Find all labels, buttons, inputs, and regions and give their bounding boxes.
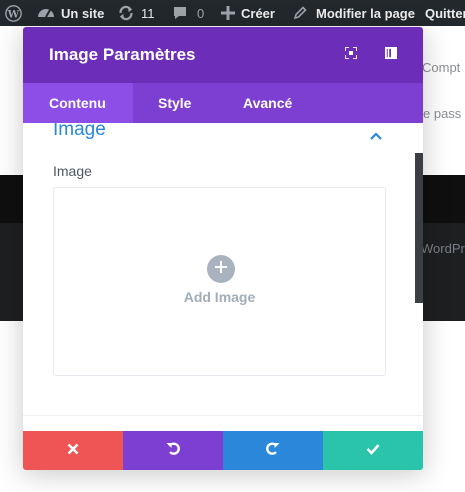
svg-text:W: W [6,8,19,20]
comments-count: 0 [197,5,205,21]
wordpress-logo-icon: W [4,4,22,22]
chevron-up-icon [369,128,383,145]
updates-count: 11 [141,5,155,21]
wordpress-logo-button[interactable]: W [0,0,26,26]
redo-icon [265,440,281,461]
tab-avance[interactable]: Avancé [243,83,292,123]
redo-button[interactable] [223,431,323,470]
modal-body: Image Image Add Image [23,123,423,431]
tab-contenu[interactable]: Contenu [23,83,133,123]
updates-refresh-icon [117,4,135,22]
quit-builder-link[interactable]: Quitter [425,0,465,26]
site-name-label: Un site [61,5,105,21]
dashboard-gauge-icon [37,5,55,21]
section-title-image[interactable]: Image [53,123,106,141]
fullscreen-icon [344,46,358,64]
save-button[interactable] [323,431,423,470]
undo-icon [165,440,181,461]
sidebar-layout-icon [384,46,397,64]
create-new-link[interactable]: Créer [221,0,275,26]
edit-page-label: Modifier la page [316,5,415,21]
edit-page-link[interactable]: Modifier la page [293,0,415,26]
updates-link[interactable]: 11 [117,0,155,26]
collapse-section-button[interactable] [369,128,385,140]
admin-bar: W Un site 11 0 Créer Modifier la page Qu… [0,0,465,26]
plus-icon [215,260,227,278]
create-label: Créer [241,5,275,21]
plus-icon [221,6,235,20]
tab-style[interactable]: Style [158,83,191,123]
add-image-label[interactable]: Add Image [54,289,385,305]
modal-scrollbar[interactable] [415,153,423,303]
image-field-label: Image [53,163,92,179]
add-image-plus-button[interactable] [207,255,235,283]
modal-header: Image Paramètres [23,27,423,83]
image-settings-modal: Image Paramètres Contenu Style Avancé Im… [23,27,423,470]
fullscreen-toggle-button[interactable] [343,46,359,64]
site-name-link[interactable]: Un site [37,0,104,26]
check-icon [366,442,380,460]
pencil-icon [293,6,307,20]
modal-footer [23,431,423,470]
background-text-passe: e pass [423,106,462,121]
image-upload-area[interactable]: Add Image [53,187,386,376]
modal-tabs: Contenu Style Avancé [23,83,423,123]
modal-divider [23,415,423,416]
discard-button[interactable] [23,431,123,470]
comment-bubble-icon [172,5,188,21]
comments-link[interactable]: 0 [172,0,204,26]
dock-sidebar-button[interactable] [383,46,399,64]
background-text-wordpress: WordPr [421,241,465,256]
undo-button[interactable] [123,431,223,470]
close-icon [67,442,79,460]
background-text-compte: Compt [422,60,461,75]
modal-title: Image Paramètres [49,45,196,64]
